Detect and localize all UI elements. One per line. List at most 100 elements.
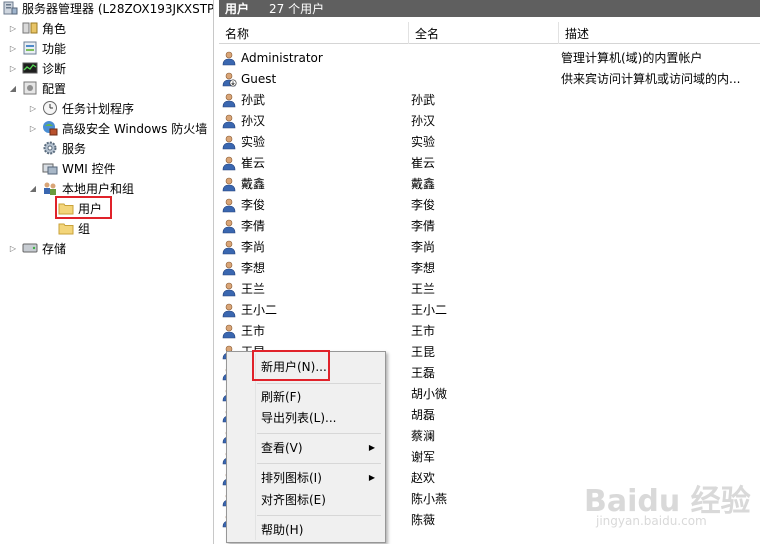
user-icon xyxy=(222,303,236,317)
watermark-url: jingyan.baidu.com xyxy=(596,514,707,528)
user-name: 李倩 xyxy=(241,219,266,233)
user-row[interactable]: 王市 王市 xyxy=(219,320,760,341)
user-name-cell: 戴鑫 xyxy=(221,173,411,194)
user-row[interactable]: 实验 实验 xyxy=(219,131,760,152)
users-groups-icon xyxy=(44,182,56,195)
expand-arrow-icon[interactable]: ▷ xyxy=(28,123,38,133)
user-fullname-cell: 赵欢 xyxy=(411,471,436,485)
menu-item-refresh[interactable]: 刷新(F) xyxy=(229,386,383,406)
server-icon xyxy=(3,1,18,15)
user-icon xyxy=(222,198,236,212)
user-fullname-cell: 李倩 xyxy=(411,219,436,233)
user-fullname-cell: 陈薇 xyxy=(411,513,436,527)
user-name-cell: Administrator xyxy=(221,47,411,68)
user-description-cell xyxy=(561,404,760,425)
user-description-cell xyxy=(561,383,760,404)
user-description-cell xyxy=(561,341,760,362)
user-description-cell xyxy=(561,215,760,236)
user-icon xyxy=(222,51,236,65)
tree-item-label: 服务 xyxy=(62,141,87,156)
user-row[interactable]: Guest 供来宾访问计算机或访问域的内... xyxy=(219,68,760,89)
submenu-arrow-icon: ▶ xyxy=(368,442,375,452)
menu-separator xyxy=(257,433,381,434)
users-highlight-box xyxy=(55,196,112,219)
column-header-fullname[interactable]: 全名 xyxy=(409,22,559,44)
user-name-cell: Guest xyxy=(221,68,411,89)
user-fullname-cell: 王昆 xyxy=(411,345,436,359)
tree-item-configuration[interactable]: ◢ 配置 xyxy=(8,78,66,98)
tree-item-features[interactable]: ▷ 功能 xyxy=(8,38,66,58)
configuration-icon xyxy=(23,81,37,95)
user-name-cell: 李尚 xyxy=(221,236,411,257)
user-name-cell: 孙汉 xyxy=(221,110,411,131)
menu-item-align-icons[interactable]: 对齐图标(E) xyxy=(229,489,383,509)
user-row[interactable]: 李尚 李尚 xyxy=(219,236,760,257)
user-name: Guest xyxy=(241,71,277,86)
tree-item-firewall[interactable]: ▷ 高级安全 Windows 防火墙 xyxy=(28,118,207,138)
user-fullname-cell: 崔云 xyxy=(411,156,436,170)
user-fullname-cell: 李俊 xyxy=(411,198,436,212)
user-description-cell: 供来宾访问计算机或访问域的内... xyxy=(561,72,741,86)
user-row[interactable]: 李俊 李俊 xyxy=(219,194,760,215)
tree-root-server-manager[interactable]: 服务器管理器 (L28ZOX193JKXSTP xyxy=(2,0,213,18)
user-row[interactable]: 王兰 王兰 xyxy=(219,278,760,299)
tree-item-groups[interactable]: 组 xyxy=(58,218,90,238)
tree-item-diagnostics[interactable]: ▷ 诊断 xyxy=(8,58,66,78)
tree-item-label: 高级安全 Windows 防火墙 xyxy=(62,121,208,136)
user-description-cell xyxy=(561,89,760,110)
user-fullname-cell: 李想 xyxy=(411,261,436,275)
expand-arrow-icon[interactable]: ▷ xyxy=(8,243,18,253)
user-fullname-cell: 陈小燕 xyxy=(411,492,448,506)
expand-arrow-icon[interactable]: ▷ xyxy=(8,23,18,33)
user-icon xyxy=(222,261,236,275)
user-row[interactable]: 李倩 李倩 xyxy=(219,215,760,236)
user-icon xyxy=(222,219,236,233)
user-row[interactable]: 孙汉 孙汉 xyxy=(219,110,760,131)
tree-item-task-scheduler[interactable]: ▷ 任务计划程序 xyxy=(28,98,134,118)
user-row[interactable]: 孙武 孙武 xyxy=(219,89,760,110)
tree-item-wmi-control[interactable]: WMI 控件 xyxy=(42,158,116,178)
user-icon xyxy=(222,240,236,254)
user-fullname-cell: 王磊 xyxy=(411,366,436,380)
user-description-cell xyxy=(561,257,760,278)
menu-item-help[interactable]: 帮助(H) xyxy=(229,519,383,539)
tree-item-storage[interactable]: ▷ 存储 xyxy=(8,238,66,258)
disabled-user-icon xyxy=(222,72,237,87)
menu-item-view[interactable]: 查看(V) ▶ xyxy=(229,437,383,457)
collapse-arrow-icon[interactable]: ◢ xyxy=(8,83,18,93)
user-row[interactable]: 李想 李想 xyxy=(219,257,760,278)
user-name: 李尚 xyxy=(241,240,266,254)
user-fullname-cell: 胡小微 xyxy=(411,387,448,401)
column-header-description[interactable]: 描述 xyxy=(559,22,760,44)
menu-item-export-list[interactable]: 导出列表(L)... xyxy=(229,407,383,427)
menu-item-arrange-icons[interactable]: 排列图标(I) ▶ xyxy=(229,467,383,487)
expand-arrow-icon[interactable]: ▷ xyxy=(28,103,38,113)
user-fullname-cell: 王兰 xyxy=(411,282,436,296)
user-row[interactable]: 戴鑫 戴鑫 xyxy=(219,173,760,194)
tree-item-label: 功能 xyxy=(42,41,67,56)
user-description-cell xyxy=(561,173,760,194)
column-header-row: 名称 全名 描述 xyxy=(219,22,760,44)
user-fullname-cell xyxy=(411,47,561,68)
user-row[interactable]: 王小二 王小二 xyxy=(219,299,760,320)
firewall-icon xyxy=(43,121,58,136)
user-row[interactable]: Administrator 管理计算机(域)的内置帐户 xyxy=(219,47,760,68)
tree-item-label: 存储 xyxy=(42,241,67,256)
roles-icon xyxy=(22,22,38,34)
column-header-name[interactable]: 名称 xyxy=(219,22,409,44)
expand-arrow-icon[interactable]: ▷ xyxy=(8,43,18,53)
user-icon xyxy=(222,177,236,191)
user-description-cell xyxy=(561,278,760,299)
user-description-cell xyxy=(561,236,760,257)
tree-item-local-users-groups[interactable]: ◢ 本地用户和组 xyxy=(28,178,134,198)
tree-item-roles[interactable]: ▷ 角色 xyxy=(8,18,66,38)
expand-arrow-icon[interactable]: ▷ xyxy=(8,63,18,73)
pane-title: 用户 xyxy=(225,2,250,16)
user-fullname-cell: 王市 xyxy=(411,324,436,338)
user-fullname-cell: 李尚 xyxy=(411,240,436,254)
user-row[interactable]: 崔云 崔云 xyxy=(219,152,760,173)
menu-separator xyxy=(257,383,381,384)
tree-item-services[interactable]: 服务 xyxy=(42,138,86,158)
user-fullname-cell xyxy=(411,68,561,89)
collapse-arrow-icon[interactable]: ◢ xyxy=(28,183,38,193)
